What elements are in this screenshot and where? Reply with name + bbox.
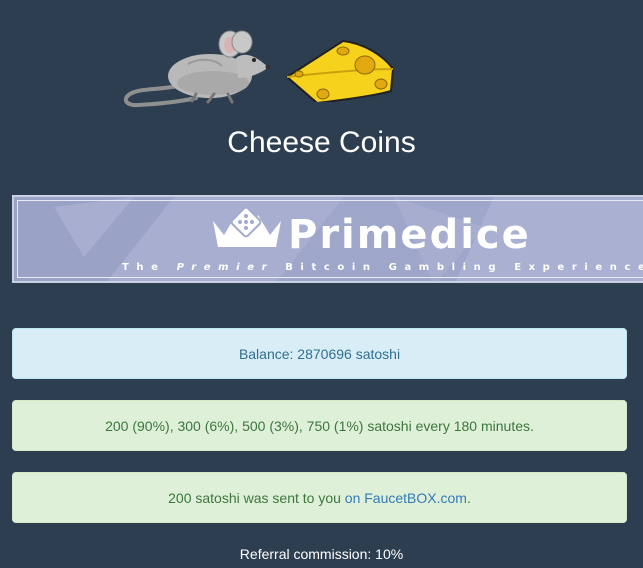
banner-brand: Primedice: [288, 212, 531, 258]
payout-sent-alert: 200 satoshi was sent to you on FaucetBOX…: [12, 472, 627, 523]
rewards-alert: 200 (90%), 300 (6%), 500 (3%), 750 (1%) …: [12, 400, 627, 451]
faucetbox-link[interactable]: on FaucetBOX.com: [345, 490, 467, 506]
balance-alert: Balance: 2870696 satoshi: [12, 328, 627, 379]
payout-text: 200 satoshi was sent to you on FaucetBOX…: [168, 489, 471, 506]
banner-tagline: The Premier Bitcoin Gambling Experience: [122, 262, 643, 273]
logo-row: [0, 0, 643, 120]
page-title: Cheese Coins: [227, 126, 416, 159]
cheese-icon: [285, 39, 395, 102]
mouse-icon: [123, 30, 271, 108]
referral-commission: Referral commission: 10%: [239, 546, 404, 562]
balance-text: Balance: 2870696 satoshi: [238, 345, 401, 362]
crown-dice-icon: [213, 207, 281, 247]
rewards-text: 200 (90%), 300 (6%), 500 (3%), 750 (1%) …: [105, 417, 534, 434]
